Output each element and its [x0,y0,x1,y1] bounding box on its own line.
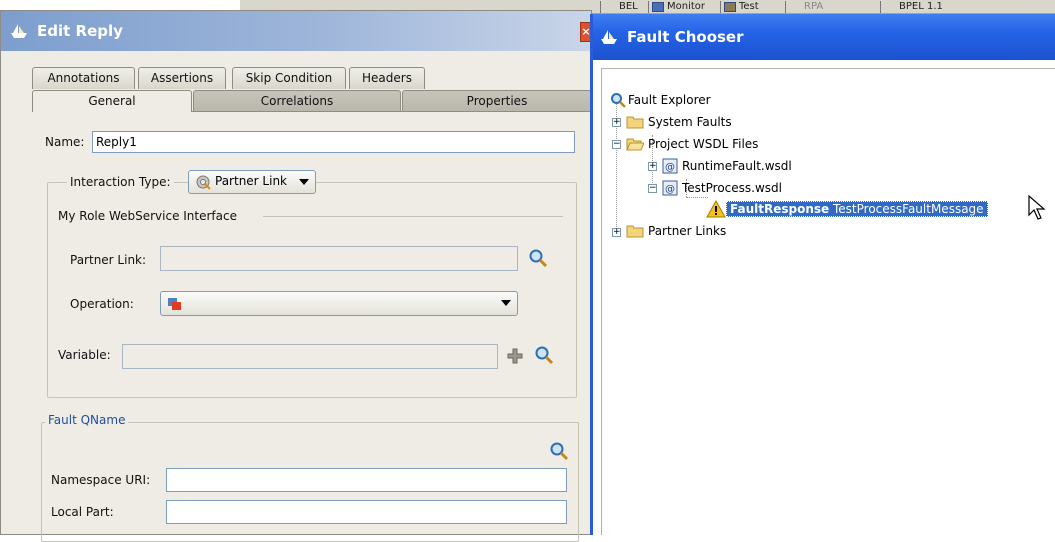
bg-tab-test[interactable]: Test [720,1,759,13]
operation-icon [168,298,181,310]
tree-label: Project WSDL Files [648,137,759,151]
local-part-label: Local Part: [51,505,114,519]
wsdl-icon: @ [662,180,678,196]
tree-line [616,93,617,231]
fault-chooser-title-bar[interactable]: Fault Chooser [593,14,1055,60]
my-role-divider [263,216,563,217]
folder-icon [626,116,644,129]
tree-root-label: Fault Explorer [628,93,711,107]
interaction-type-label: Interaction Type: [67,175,174,189]
partner-link-field[interactable] [160,246,518,271]
tab-skip-condition[interactable]: Skip Condition [232,67,346,89]
namespace-uri-label: Namespace URI: [51,473,151,487]
tree-label: TestProcess.wsdl [682,181,782,195]
tab-correlations[interactable]: Correlations [193,90,401,112]
interaction-type-value: Partner Link [215,174,287,188]
wsdl-icon: @ [662,158,678,174]
partner-link-label: Partner Link: [70,253,147,267]
tab-divider [192,111,591,112]
warning-icon [706,200,726,218]
search-icon [611,93,626,108]
fault-chooser-title: Fault Chooser [627,28,744,46]
tab-properties[interactable]: Properties [402,90,592,112]
tab-assertions[interactable]: Assertions [138,67,226,89]
operation-select[interactable] [160,291,518,316]
tree-item-runtime-fault[interactable]: @ RuntimeFault.wsdl [662,157,792,177]
ship-icon [11,24,27,38]
tree-root[interactable]: Fault Explorer [610,91,711,111]
collapse-icon[interactable]: − [648,184,657,193]
name-field[interactable]: Reply1 [92,131,575,153]
fault-tree: Fault Explorer + System Faults − Project… [601,68,1055,535]
expand-icon[interactable]: + [612,228,621,237]
expand-icon[interactable]: + [612,118,621,127]
namespace-uri-field[interactable] [166,468,567,492]
search-icon[interactable] [528,248,548,268]
fault-response-selection: FaultResponse TestProcessFaultMessage [726,201,988,217]
chevron-down-icon [501,300,511,306]
bg-tab-bpel[interactable]: BPEL 1.1 [880,1,943,13]
tree-item-project-wsdl[interactable]: Project WSDL Files [626,135,758,155]
tab-annotations[interactable]: Annotations [32,67,135,89]
tree-item-partner-links[interactable]: Partner Links [626,222,726,242]
folder-icon [626,225,644,238]
ship-icon [601,30,617,44]
svg-text:@: @ [665,184,675,195]
chevron-down-icon [299,179,309,185]
tree-label: Partner Links [648,224,727,238]
variable-field[interactable] [122,344,498,369]
search-icon[interactable] [549,441,569,461]
fault-response-message: TestProcessFaultMessage [833,202,984,216]
expand-icon[interactable]: + [648,162,657,171]
mouse-cursor-icon [1028,195,1046,220]
tab-general[interactable]: General [32,90,192,112]
edit-reply-dialog: Edit Reply × Annotations Assertions Skip… [0,10,592,542]
partner-link-icon [196,175,211,190]
operation-label: Operation: [70,297,134,311]
open-folder-icon [626,138,644,151]
tree-item-fault-response[interactable]: FaultResponse TestProcessFaultMessage [706,200,988,220]
edit-reply-title-bar[interactable]: Edit Reply × [1,11,592,51]
collapse-icon[interactable]: − [612,140,621,149]
interaction-type-select[interactable]: Partner Link [188,170,316,194]
search-icon[interactable] [534,345,554,365]
my-role-label: My Role WebService Interface [58,209,237,223]
tree-label: System Faults [648,115,732,129]
name-label: Name: [45,135,85,149]
bg-tab-bel[interactable]: BEL [600,1,638,13]
bg-tab-rpa[interactable]: RPA [785,1,823,13]
variable-label: Variable: [58,348,111,362]
fault-qname-label: Fault QName [45,413,129,427]
tab-headers[interactable]: Headers [349,67,425,89]
tree-item-system-faults[interactable]: System Faults [626,113,732,133]
bg-tab-monitor[interactable]: Monitor [648,1,705,13]
tree-item-test-process[interactable]: @ TestProcess.wsdl [662,179,782,199]
fault-chooser-dialog: Fault Chooser Fault Explorer + System Fa… [590,14,1055,535]
add-icon[interactable] [506,347,524,365]
fault-response-name: FaultResponse [730,202,830,216]
tree-label: RuntimeFault.wsdl [682,159,792,173]
edit-reply-title: Edit Reply [37,22,123,40]
local-part-field[interactable] [166,500,567,524]
svg-text:@: @ [665,162,675,173]
